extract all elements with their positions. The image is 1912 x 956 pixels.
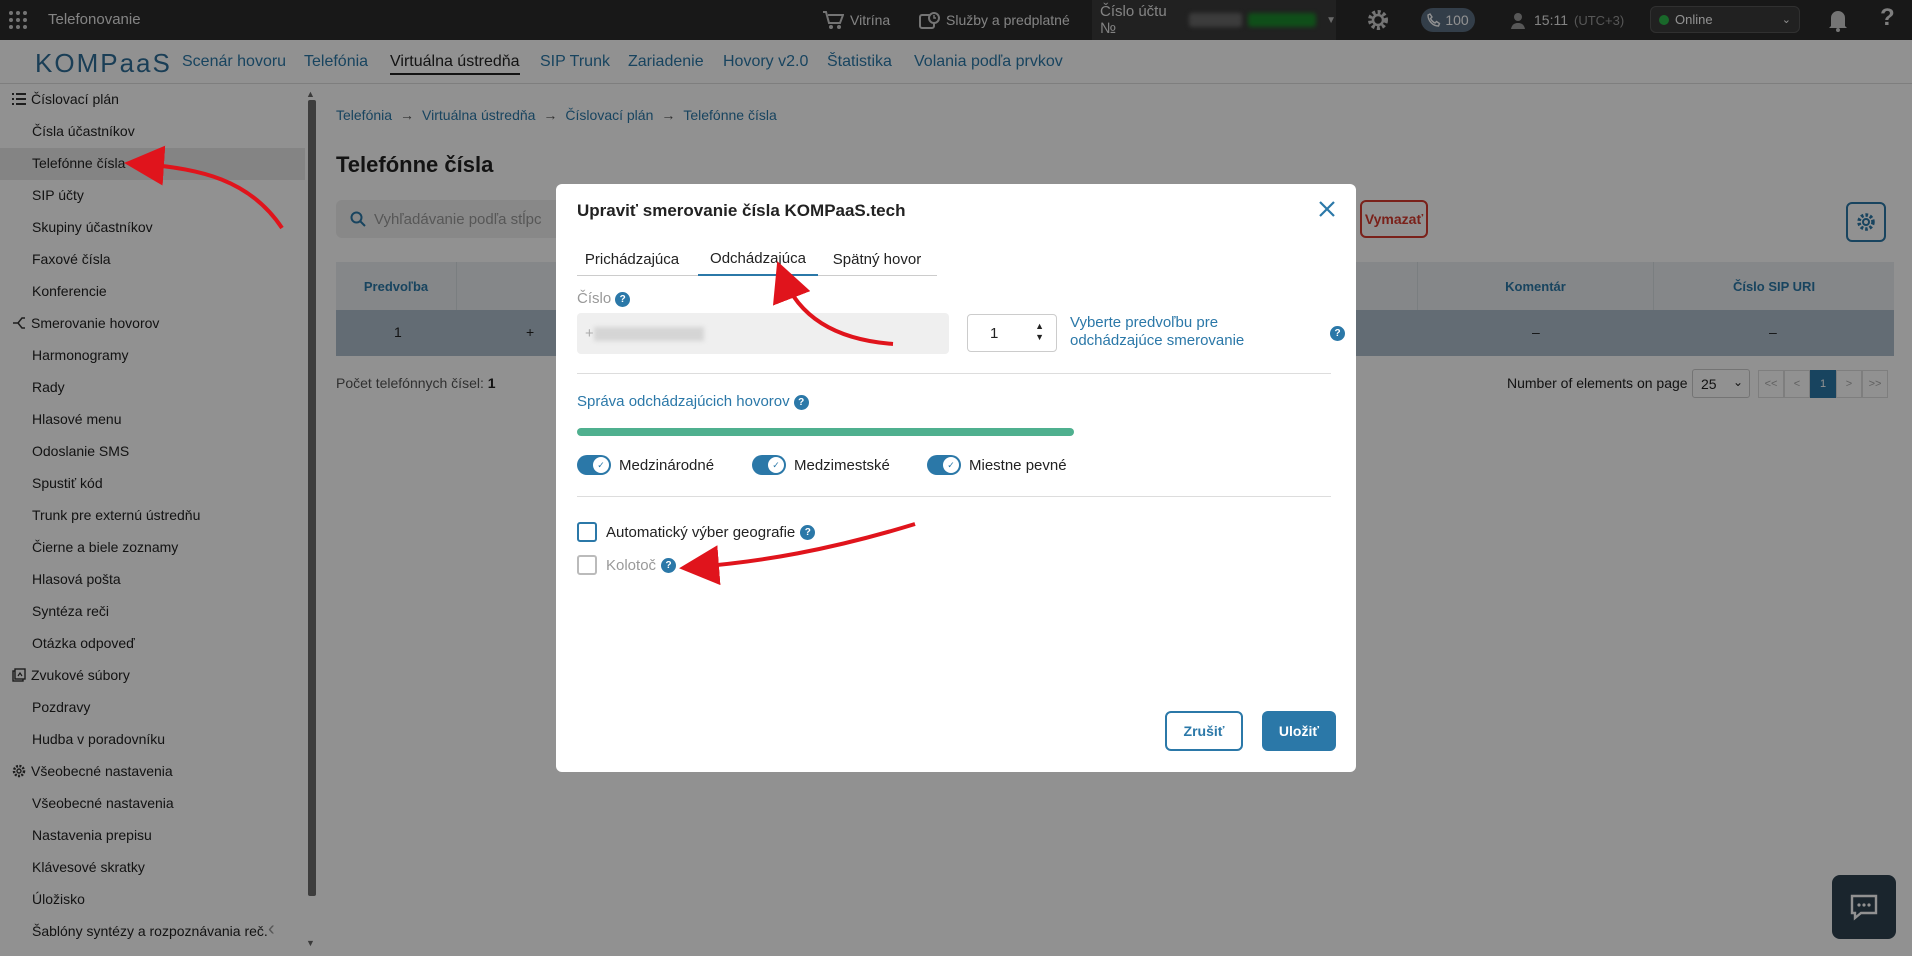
checkbox-label: Automatický výber geografie <box>606 523 796 541</box>
help-icon[interactable]: ? <box>1330 326 1345 341</box>
help-icon[interactable]: ? <box>800 524 816 540</box>
check-icon: ✓ <box>943 457 959 473</box>
number-field: + <box>577 313 949 354</box>
toggle-label: Medzinárodné <box>619 456 715 474</box>
stepper-arrows-icon[interactable]: ▲ ▼ <box>1035 321 1044 343</box>
divider <box>577 496 1331 497</box>
modal-title: Upraviť smerovanie čísla KOMPaaS.tech <box>577 201 906 220</box>
prefix-stepper[interactable]: 1 ▲ ▼ <box>967 314 1057 352</box>
checkbox[interactable] <box>577 555 597 575</box>
checkbox[interactable] <box>577 522 597 542</box>
toggle-switch[interactable]: ✓ <box>577 455 611 475</box>
routing-tabs: Prichádzajúca Odchádzajúca Spätný hovor <box>577 242 937 276</box>
tab-outgoing[interactable]: Odchádzajúca <box>698 242 818 276</box>
help-icon[interactable]: ? <box>615 291 631 307</box>
close-icon[interactable] <box>1318 200 1336 218</box>
auto-geo-checkbox[interactable]: Automatický výber geografie? <box>577 522 816 542</box>
number-label: Číslo? <box>577 290 631 307</box>
toggle-label: Miestne pevné <box>969 456 1067 474</box>
cancel-button[interactable]: Zrušiť <box>1165 711 1243 751</box>
prefix-value: 1 <box>990 325 999 342</box>
toggle-local-landline[interactable]: ✓ Miestne pevné <box>927 455 1067 475</box>
prefix-hint-link[interactable]: Vyberte predvoľbu pre odchádzajúce smero… <box>1070 314 1270 350</box>
tab-callback[interactable]: Spätný hovor <box>823 242 931 276</box>
section-title: Správa odchádzajúcich hovorov <box>577 393 790 410</box>
number-field-value: + <box>585 325 594 342</box>
help-icon[interactable]: ? <box>793 394 809 410</box>
help-icon[interactable]: ? <box>661 557 677 573</box>
checkbox-label: Kolotoč <box>606 556 657 574</box>
toggle-switch[interactable]: ✓ <box>752 455 786 475</box>
outgoing-calls-section: Správa odchádzajúcich hovorov? <box>577 393 809 410</box>
section-progress-bar <box>577 428 1074 436</box>
tab-incoming[interactable]: Prichádzajúca <box>577 242 687 276</box>
divider <box>577 373 1331 374</box>
toggle-international[interactable]: ✓ Medzinárodné <box>577 455 714 475</box>
carousel-checkbox[interactable]: Kolotoč? <box>577 555 677 575</box>
edit-routing-modal: Upraviť smerovanie čísla KOMPaaS.tech Pr… <box>556 184 1356 772</box>
number-redacted <box>593 327 704 342</box>
check-icon: ✓ <box>593 457 609 473</box>
number-label-text: Číslo <box>577 290 612 307</box>
toggle-label: Medzimestské <box>794 456 890 474</box>
check-icon: ✓ <box>768 457 784 473</box>
save-button[interactable]: Uložiť <box>1262 711 1336 751</box>
toggle-switch[interactable]: ✓ <box>927 455 961 475</box>
toggle-long-distance[interactable]: ✓ Medzimestské <box>752 455 890 475</box>
